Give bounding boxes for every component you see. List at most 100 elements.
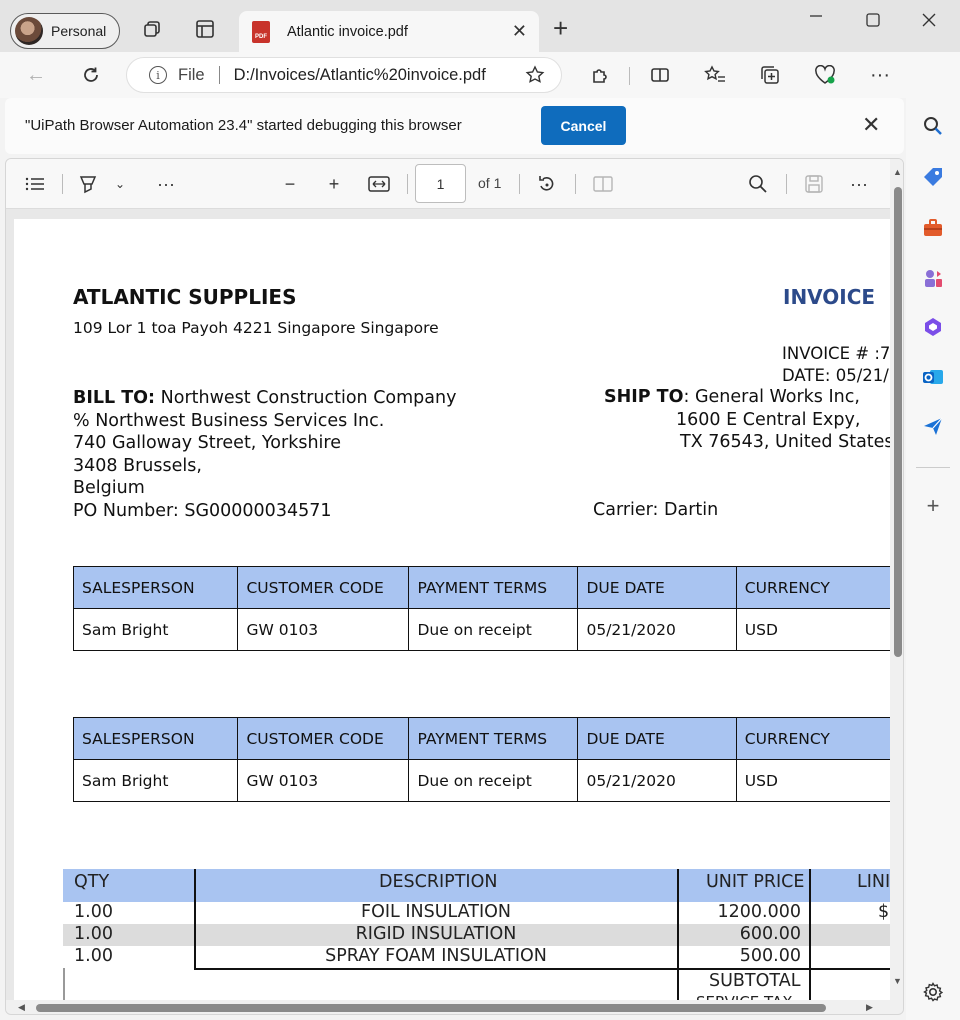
- description-cell: FOIL INSULATION: [361, 902, 511, 922]
- shopping-tag-icon[interactable]: [921, 165, 945, 189]
- send-icon[interactable]: [921, 414, 945, 438]
- split-screen-icon[interactable]: [648, 63, 672, 87]
- company-address: 109 Lor 1 toa Payoh 4221 Singapore Singa…: [73, 319, 439, 337]
- vertical-scrollbar[interactable]: ▲ ▼: [890, 159, 903, 1014]
- save-icon: [802, 172, 826, 196]
- outlook-icon[interactable]: [921, 365, 945, 389]
- invoice-title: INVOICE: [783, 285, 876, 309]
- rotate-icon[interactable]: [535, 172, 559, 196]
- subtotal-label: SUBTOTAL: [709, 971, 801, 991]
- table-header-cell: CUSTOMER CODE: [237, 717, 410, 760]
- table-row: 1.00 RIGID INSULATION 600.00: [63, 924, 894, 946]
- scroll-up-icon[interactable]: ▲: [893, 167, 902, 177]
- table-cell: GW 0103: [237, 759, 410, 802]
- settings-gear-icon[interactable]: [921, 980, 945, 1004]
- url-text[interactable]: D:/Invoices/Atlantic%20invoice.pdf: [234, 66, 486, 85]
- table-of-contents-icon[interactable]: [23, 172, 47, 196]
- carrier: Carrier: Dartin: [593, 500, 719, 520]
- column-divider: [677, 869, 679, 1009]
- table-row: 1.00 FOIL INSULATION 1200.000 $: [63, 902, 894, 924]
- horizontal-scrollbar[interactable]: ◀ ▶: [6, 1000, 890, 1014]
- header-description: DESCRIPTION: [379, 872, 498, 892]
- draw-icon[interactable]: [76, 172, 100, 196]
- fit-to-width-icon[interactable]: [367, 172, 391, 196]
- toolbar-separator: [62, 174, 63, 194]
- favorite-star-icon[interactable]: [525, 65, 545, 90]
- pdf-page: ATLANTIC SUPPLIES 109 Lor 1 toa Payoh 42…: [14, 219, 894, 1014]
- search-icon[interactable]: [921, 114, 945, 138]
- table-header-cell: PAYMENT TERMS: [408, 717, 579, 760]
- scroll-down-icon[interactable]: ▼: [893, 976, 902, 986]
- games-icon[interactable]: [921, 266, 945, 290]
- page-number-input[interactable]: 1: [415, 164, 466, 203]
- find-search-icon[interactable]: [746, 172, 770, 196]
- order-info-table: SALESPERSON CUSTOMER CODE PAYMENT TERMS …: [72, 566, 894, 651]
- table-header-row: SALESPERSON CUSTOMER CODE PAYMENT TERMS …: [72, 566, 894, 609]
- qty-cell: 1.00: [74, 946, 113, 966]
- column-divider: [809, 869, 811, 1009]
- bill-to-block: BILL TO: Northwest Construction Company …: [73, 387, 456, 522]
- tab-close-icon[interactable]: ✕: [512, 21, 527, 42]
- toolbar-separator: [786, 174, 787, 194]
- scroll-right-icon[interactable]: ▶: [866, 1002, 873, 1013]
- collections-icon[interactable]: [758, 63, 782, 87]
- table-cell: GW 0103: [237, 608, 410, 651]
- tools-icon[interactable]: [921, 216, 945, 240]
- refresh-icon[interactable]: [79, 63, 103, 87]
- bill-to-first-line: BILL TO: Northwest Construction Company: [73, 387, 456, 410]
- minimize-icon[interactable]: [808, 8, 824, 29]
- pdf-more-options-icon[interactable]: ···: [847, 172, 871, 196]
- maximize-icon[interactable]: [865, 12, 881, 33]
- tab-strip: Personal PDF Atlantic invoice.pdf ✕ +: [0, 0, 960, 52]
- file-scheme-label: File: [178, 65, 205, 84]
- vertical-tabs-icon[interactable]: [194, 18, 216, 40]
- more-tools-icon[interactable]: ···: [154, 172, 178, 196]
- new-tab-icon[interactable]: +: [553, 15, 568, 41]
- table-cell: Sam Bright: [72, 759, 239, 802]
- unit-price-cell: 1200.000: [717, 902, 801, 922]
- infobar-close-icon[interactable]: ✕: [862, 112, 880, 138]
- toolbar-separator: [575, 174, 576, 194]
- line-items-header: QTY DESCRIPTION UNIT PRICE LINI: [63, 869, 894, 902]
- vertical-scroll-thumb[interactable]: [894, 187, 902, 657]
- microsoft-365-icon[interactable]: [921, 315, 945, 339]
- pdf-toolbar: ⌄ ··· − + 1 of 1 ···: [6, 159, 903, 209]
- table-header-row: SALESPERSON CUSTOMER CODE PAYMENT TERMS …: [72, 717, 894, 760]
- address-bar[interactable]: i File D:/Invoices/Atlantic%20invoice.pd…: [126, 57, 562, 93]
- scroll-left-icon[interactable]: ◀: [18, 1002, 25, 1013]
- table-cell: 05/21/2020: [577, 759, 737, 802]
- qty-cell: 1.00: [74, 902, 113, 922]
- workspaces-icon[interactable]: [141, 18, 163, 40]
- info-icon[interactable]: i: [149, 66, 167, 84]
- close-window-icon[interactable]: [921, 12, 937, 33]
- ship-to-first-line: SHIP TO: General Works Inc,: [604, 387, 860, 407]
- address-separator: [218, 66, 220, 84]
- zoom-out-icon[interactable]: −: [278, 172, 302, 196]
- bill-to-label: BILL TO:: [73, 388, 156, 408]
- back-icon[interactable]: ←: [24, 63, 48, 87]
- browser-essentials-icon[interactable]: [813, 63, 837, 87]
- table-row: Sam Bright GW 0103 Due on receipt 05/21/…: [72, 608, 894, 651]
- profile-button[interactable]: Personal: [10, 13, 120, 49]
- header-qty: QTY: [74, 872, 110, 892]
- more-options-icon[interactable]: ···: [868, 63, 892, 87]
- table-header-cell: SALESPERSON: [72, 566, 239, 609]
- extensions-icon[interactable]: [588, 63, 612, 87]
- infobar-message: "UiPath Browser Automation 23.4" started…: [25, 117, 462, 134]
- header-line-total: LINI: [857, 872, 891, 892]
- navigation-bar: ← i File D:/Invoices/Atlantic%20invoice.…: [0, 52, 960, 98]
- cancel-button[interactable]: Cancel: [541, 106, 626, 145]
- ship-to-label: SHIP TO: [604, 387, 684, 407]
- zoom-in-icon[interactable]: +: [322, 172, 346, 196]
- qty-cell: 1.00: [74, 924, 113, 944]
- draw-options-chevron-down-icon[interactable]: ⌄: [112, 172, 128, 196]
- sidebar-divider: [916, 467, 950, 468]
- table-header-cell: SALESPERSON: [72, 717, 239, 760]
- unit-price-cell: 500.00: [739, 946, 801, 966]
- horizontal-scroll-thumb[interactable]: [36, 1004, 826, 1012]
- table-cell: 05/21/2020: [577, 608, 737, 651]
- header-unit-price: UNIT PRICE: [706, 872, 805, 892]
- add-sidebar-app-icon[interactable]: +: [921, 493, 945, 518]
- favorites-icon[interactable]: [703, 63, 727, 87]
- tab-atlantic-invoice[interactable]: PDF Atlantic invoice.pdf ✕: [239, 11, 539, 52]
